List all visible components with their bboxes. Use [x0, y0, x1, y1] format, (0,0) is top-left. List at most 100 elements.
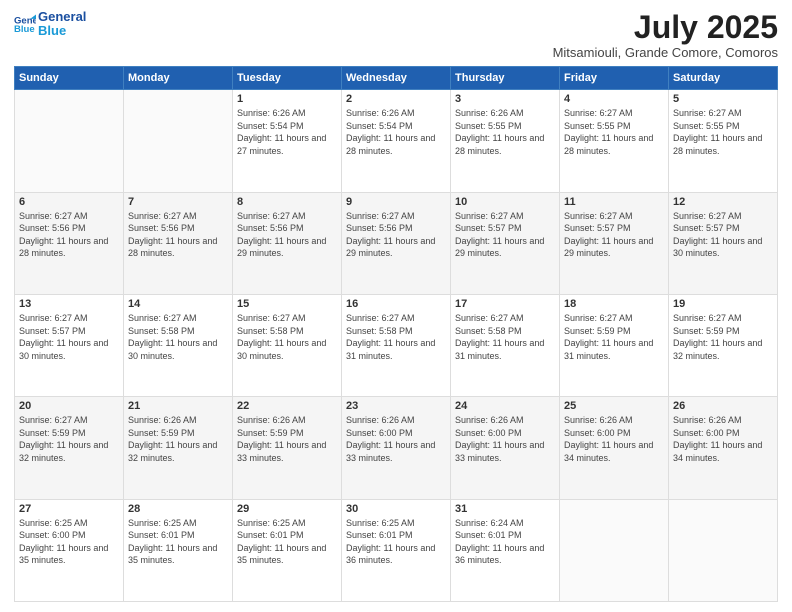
calendar-cell: 5 Sunrise: 6:27 AMSunset: 5:55 PMDaylight… [669, 90, 778, 192]
day-info: Sunrise: 6:26 AMSunset: 6:00 PMDaylight:… [346, 414, 446, 464]
col-header-monday: Monday [124, 67, 233, 90]
day-info: Sunrise: 6:27 AMSunset: 5:58 PMDaylight:… [455, 312, 555, 362]
calendar-cell: 15Sunrise: 6:27 AMSunset: 5:58 PMDayligh… [233, 294, 342, 396]
calendar-week-row: 20 Sunrise: 6:27 AMSunset: 5:59 PMDayligh… [15, 397, 778, 499]
day-number: 14 [128, 298, 228, 310]
calendar-cell: 22 Sunrise: 6:26 AMSunset: 5:59 PMDayligh… [233, 397, 342, 499]
day-info: Sunrise: 6:26 AMSunset: 6:00 PMDaylight:… [564, 414, 664, 464]
calendar-cell: 4 Sunrise: 6:27 AMSunset: 5:55 PMDaylight… [560, 90, 669, 192]
page: General Blue General Blue July 2025 Mits… [0, 0, 792, 612]
day-number: 12 [673, 196, 773, 208]
day-info: Sunrise: 6:26 AMSunset: 6:00 PMDaylight:… [673, 414, 773, 464]
calendar-cell: 13Sunrise: 6:27 AMSunset: 5:57 PMDayligh… [15, 294, 124, 396]
day-number: 16 [346, 298, 446, 310]
calendar-week-row: 6 Sunrise: 6:27 AMSunset: 5:56 PMDaylight… [15, 192, 778, 294]
day-number: 19 [673, 298, 773, 310]
calendar-cell: 12 Sunrise: 6:27 AMSunset: 5:57 PMDayligh… [669, 192, 778, 294]
calendar-week-row: 27 Sunrise: 6:25 AMSunset: 6:00 PMDayligh… [15, 499, 778, 601]
day-info: Sunrise: 6:26 AMSunset: 5:54 PMDaylight:… [346, 107, 446, 157]
logo-general: General [38, 10, 86, 24]
calendar-cell: 20 Sunrise: 6:27 AMSunset: 5:59 PMDayligh… [15, 397, 124, 499]
day-info: Sunrise: 6:25 AMSunset: 6:01 PMDaylight:… [128, 517, 228, 567]
calendar-cell: 7 Sunrise: 6:27 AMSunset: 5:56 PMDaylight… [124, 192, 233, 294]
calendar-cell: 18Sunrise: 6:27 AMSunset: 5:59 PMDayligh… [560, 294, 669, 396]
calendar-cell: 10Sunrise: 6:27 AMSunset: 5:57 PMDayligh… [451, 192, 560, 294]
day-number: 20 [19, 400, 119, 412]
day-number: 7 [128, 196, 228, 208]
day-number: 8 [237, 196, 337, 208]
calendar-cell: 27 Sunrise: 6:25 AMSunset: 6:00 PMDayligh… [15, 499, 124, 601]
day-number: 3 [455, 93, 555, 105]
day-number: 28 [128, 503, 228, 515]
day-number: 24 [455, 400, 555, 412]
svg-text:Blue: Blue [14, 24, 35, 35]
day-number: 6 [19, 196, 119, 208]
calendar-cell [560, 499, 669, 601]
calendar-week-row: 13Sunrise: 6:27 AMSunset: 5:57 PMDayligh… [15, 294, 778, 396]
calendar-cell: 8 Sunrise: 6:27 AMSunset: 5:56 PMDaylight… [233, 192, 342, 294]
day-number: 18 [564, 298, 664, 310]
day-number: 21 [128, 400, 228, 412]
col-header-friday: Friday [560, 67, 669, 90]
day-number: 25 [564, 400, 664, 412]
calendar-cell: 16Sunrise: 6:27 AMSunset: 5:58 PMDayligh… [342, 294, 451, 396]
calendar-cell: 26Sunrise: 6:26 AMSunset: 6:00 PMDayligh… [669, 397, 778, 499]
day-info: Sunrise: 6:26 AMSunset: 5:55 PMDaylight:… [455, 107, 555, 157]
day-info: Sunrise: 6:27 AMSunset: 5:59 PMDaylight:… [19, 414, 119, 464]
col-header-sunday: Sunday [15, 67, 124, 90]
day-info: Sunrise: 6:27 AMSunset: 5:58 PMDaylight:… [237, 312, 337, 362]
day-number: 22 [237, 400, 337, 412]
logo-blue: Blue [38, 24, 86, 38]
calendar-cell: 21 Sunrise: 6:26 AMSunset: 5:59 PMDayligh… [124, 397, 233, 499]
col-header-tuesday: Tuesday [233, 67, 342, 90]
calendar-cell: 2 Sunrise: 6:26 AMSunset: 5:54 PMDaylight… [342, 90, 451, 192]
day-info: Sunrise: 6:26 AMSunset: 5:59 PMDaylight:… [128, 414, 228, 464]
calendar-cell: 24 Sunrise: 6:26 AMSunset: 6:00 PMDayligh… [451, 397, 560, 499]
day-info: Sunrise: 6:27 AMSunset: 5:55 PMDaylight:… [673, 107, 773, 157]
logo-icon: General Blue [14, 13, 36, 35]
day-number: 11 [564, 196, 664, 208]
day-number: 31 [455, 503, 555, 515]
day-number: 23 [346, 400, 446, 412]
calendar-cell [669, 499, 778, 601]
calendar-cell: 14 Sunrise: 6:27 AMSunset: 5:58 PMDayligh… [124, 294, 233, 396]
main-title: July 2025 [553, 10, 778, 45]
day-info: Sunrise: 6:26 AMSunset: 5:54 PMDaylight:… [237, 107, 337, 157]
day-info: Sunrise: 6:26 AMSunset: 6:00 PMDaylight:… [455, 414, 555, 464]
day-info: Sunrise: 6:27 AMSunset: 5:59 PMDaylight:… [673, 312, 773, 362]
day-number: 30 [346, 503, 446, 515]
calendar-cell: 30Sunrise: 6:25 AMSunset: 6:01 PMDayligh… [342, 499, 451, 601]
day-info: Sunrise: 6:27 AMSunset: 5:57 PMDaylight:… [673, 210, 773, 260]
day-info: Sunrise: 6:27 AMSunset: 5:55 PMDaylight:… [564, 107, 664, 157]
day-info: Sunrise: 6:26 AMSunset: 5:59 PMDaylight:… [237, 414, 337, 464]
day-info: Sunrise: 6:25 AMSunset: 6:00 PMDaylight:… [19, 517, 119, 567]
day-info: Sunrise: 6:27 AMSunset: 5:56 PMDaylight:… [237, 210, 337, 260]
day-number: 2 [346, 93, 446, 105]
subtitle: Mitsamiouli, Grande Comore, Comoros [553, 45, 778, 60]
day-info: Sunrise: 6:27 AMSunset: 5:56 PMDaylight:… [128, 210, 228, 260]
calendar-cell: 31 Sunrise: 6:24 AMSunset: 6:01 PMDayligh… [451, 499, 560, 601]
calendar-cell: 25 Sunrise: 6:26 AMSunset: 6:00 PMDayligh… [560, 397, 669, 499]
day-number: 9 [346, 196, 446, 208]
day-info: Sunrise: 6:25 AMSunset: 6:01 PMDaylight:… [237, 517, 337, 567]
day-info: Sunrise: 6:27 AMSunset: 5:56 PMDaylight:… [346, 210, 446, 260]
day-number: 1 [237, 93, 337, 105]
day-info: Sunrise: 6:27 AMSunset: 5:58 PMDaylight:… [128, 312, 228, 362]
day-number: 4 [564, 93, 664, 105]
calendar-cell: 28 Sunrise: 6:25 AMSunset: 6:01 PMDayligh… [124, 499, 233, 601]
calendar-cell: 17Sunrise: 6:27 AMSunset: 5:58 PMDayligh… [451, 294, 560, 396]
col-header-wednesday: Wednesday [342, 67, 451, 90]
calendar-cell [15, 90, 124, 192]
col-header-thursday: Thursday [451, 67, 560, 90]
day-number: 27 [19, 503, 119, 515]
calendar-cell: 19 Sunrise: 6:27 AMSunset: 5:59 PMDayligh… [669, 294, 778, 396]
logo: General Blue General Blue [14, 10, 86, 39]
title-block: July 2025 Mitsamiouli, Grande Comore, Co… [553, 10, 778, 60]
calendar-cell: 3 Sunrise: 6:26 AMSunset: 5:55 PMDaylight… [451, 90, 560, 192]
day-info: Sunrise: 6:27 AMSunset: 5:57 PMDaylight:… [19, 312, 119, 362]
day-number: 5 [673, 93, 773, 105]
calendar-cell: 1 Sunrise: 6:26 AMSunset: 5:54 PMDaylight… [233, 90, 342, 192]
day-info: Sunrise: 6:24 AMSunset: 6:01 PMDaylight:… [455, 517, 555, 567]
day-info: Sunrise: 6:27 AMSunset: 5:57 PMDaylight:… [564, 210, 664, 260]
col-header-saturday: Saturday [669, 67, 778, 90]
